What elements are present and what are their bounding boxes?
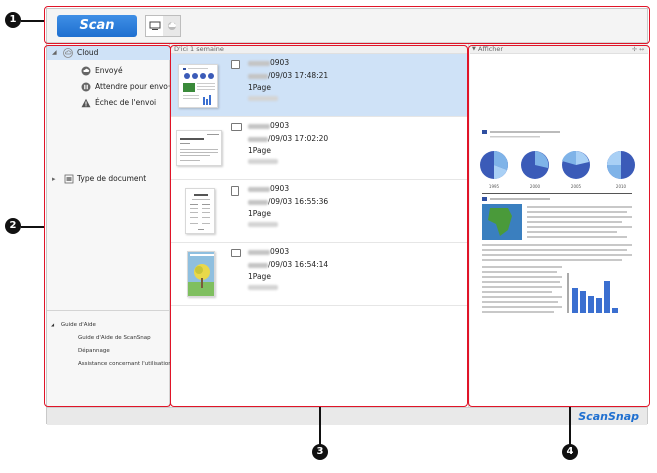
status-bar: ScanSnap: [47, 407, 647, 425]
callout-frame-3: [170, 45, 468, 407]
callout-frame-1: [44, 6, 650, 44]
leader-line: [21, 20, 44, 22]
callout-badge: 1: [5, 12, 21, 28]
callout-frame-4: [468, 45, 650, 407]
leader-line: [21, 226, 44, 228]
callout-badge: 4: [562, 444, 578, 460]
callout-badge: 2: [5, 218, 21, 234]
scansnap-logo: ScanSnap: [578, 410, 639, 423]
callout-badge: 3: [312, 444, 328, 460]
leader-line: [569, 407, 571, 445]
leader-line: [319, 407, 321, 445]
callout-frame-2: [44, 45, 171, 407]
